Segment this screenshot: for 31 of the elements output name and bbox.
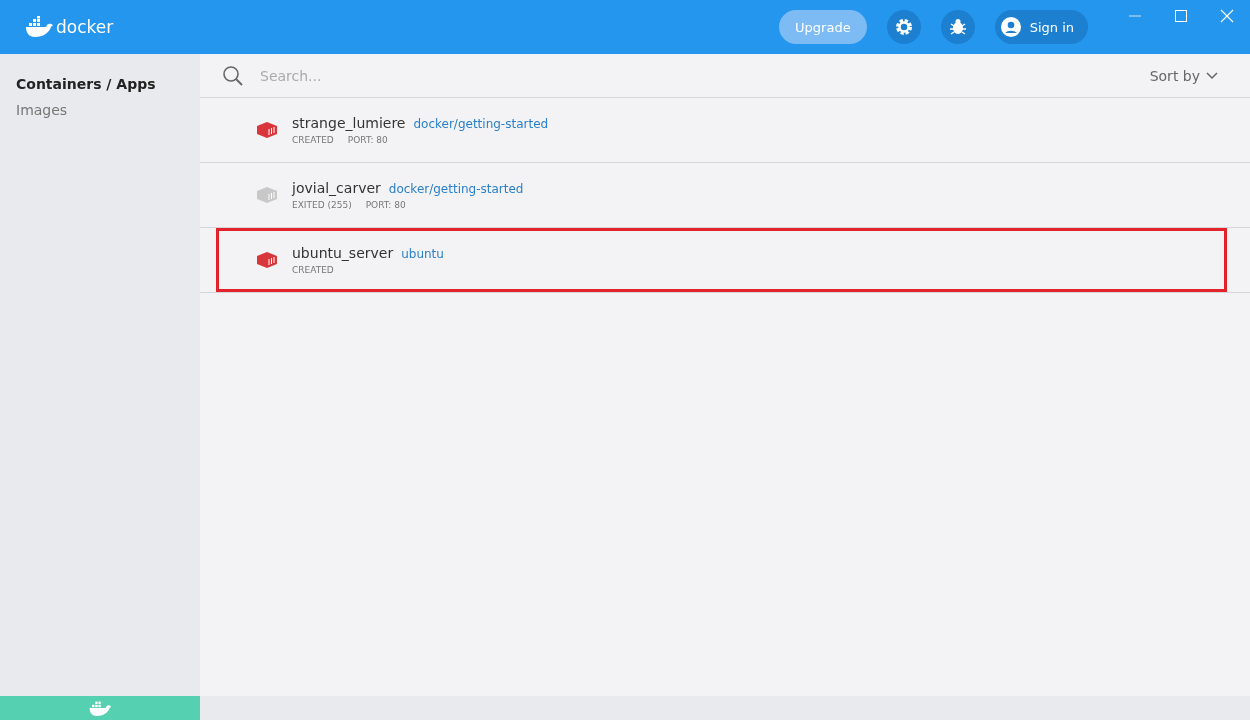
search-field[interactable]: Search... <box>258 66 1130 85</box>
container-status: CREATED <box>292 265 334 275</box>
sidebar-item[interactable]: Images <box>16 102 184 118</box>
maximize-icon[interactable] <box>1174 9 1188 23</box>
container-name: strange_lumiere <box>292 115 406 131</box>
sort-by-button[interactable]: Sort by <box>1143 66 1224 85</box>
container-name: jovial_carver <box>292 180 381 196</box>
bug-button[interactable] <box>940 10 975 44</box>
chevron-down-icon <box>1206 71 1218 80</box>
sign-in-button[interactable]: Sign in <box>994 10 1088 44</box>
bug-icon <box>947 17 968 37</box>
container-name: ubuntu_server <box>292 245 394 261</box>
container-row[interactable]: strange_lumiere docker/getting-started CREATED PORT: 80 <box>216 98 1227 162</box>
close-icon[interactable] <box>1220 9 1234 23</box>
user-icon <box>1000 17 1021 37</box>
sidebar-item[interactable]: Containers / Apps <box>16 76 184 92</box>
container-row[interactable]: jovial_carver docker/getting-started EXITED (255) PORT: 80 <box>216 163 1227 227</box>
image-link[interactable]: docker/getting-started <box>388 182 524 196</box>
highlighted-row[interactable]: ubuntu_server ubuntu CREATED <box>216 228 1227 292</box>
search-icon <box>222 64 244 87</box>
settings-button[interactable] <box>886 10 921 44</box>
image-link[interactable]: ubuntu <box>401 247 444 261</box>
image-link[interactable]: docker/getting-started <box>413 117 549 131</box>
container-status: EXITED (255) <box>292 200 352 210</box>
container-port: PORT: 80 <box>365 200 406 210</box>
whale-logo-icon <box>24 16 54 38</box>
container-status: CREATED <box>292 135 334 145</box>
whale-icon <box>88 699 112 717</box>
settings-icon <box>894 18 913 36</box>
container-port: PORT: 80 <box>347 135 388 145</box>
logo-text: docker <box>56 17 114 37</box>
